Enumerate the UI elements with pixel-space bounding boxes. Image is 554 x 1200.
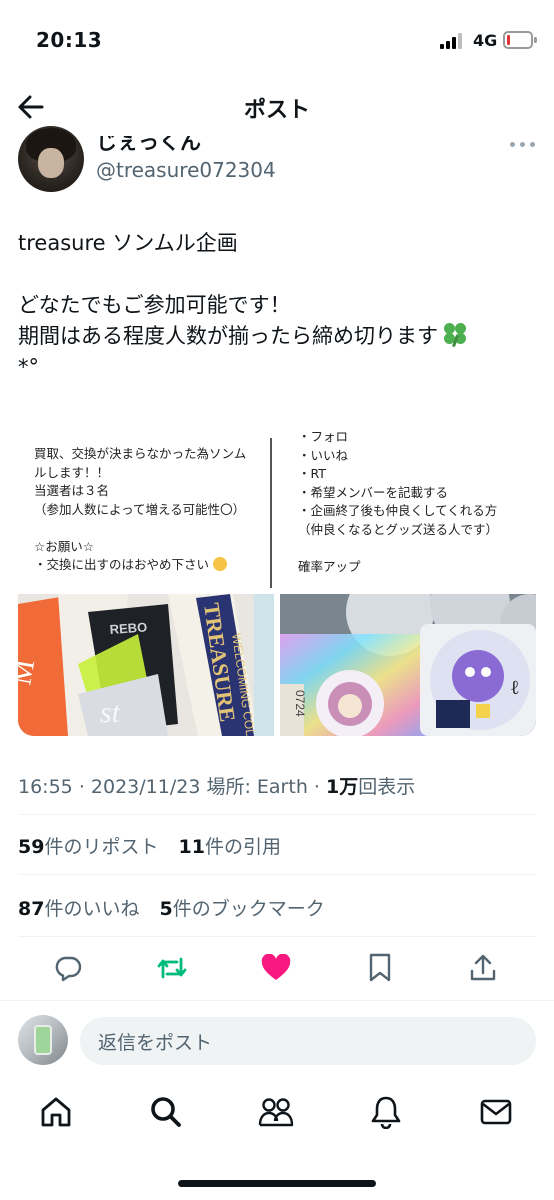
author-display-name: じぇっくん xyxy=(96,136,201,154)
tab-home[interactable] xyxy=(36,1092,76,1132)
view-count-label[interactable]: 回表示 xyxy=(358,776,415,798)
quotes-stat[interactable]: 11件の引用 xyxy=(179,836,281,858)
share-button[interactable] xyxy=(463,946,503,990)
media-line: ☆お願い☆ xyxy=(34,538,94,554)
media-text-left: 買取、交換が決まらなかった為ソンム ルします！！ 当選者は３名 （参加人数によっ… xyxy=(34,445,246,575)
signal-strength-icon xyxy=(440,33,466,49)
tab-notifications[interactable] xyxy=(366,1092,406,1132)
card-brand-text: REBO xyxy=(109,619,148,637)
media-line: ルします！！ xyxy=(34,464,110,480)
likes-stat[interactable]: 87件のいいね xyxy=(18,898,139,920)
divider xyxy=(18,814,536,815)
divider xyxy=(18,936,536,937)
post-location: 場所: Earth xyxy=(206,776,308,798)
badge-sticker-text: ℓ xyxy=(510,677,520,699)
post-meta: 16:55 · 2023/11/23 場所: Earth · 1万回表示 xyxy=(18,776,416,798)
messages-icon xyxy=(480,1099,512,1125)
page-title: ポスト xyxy=(243,98,310,123)
media-text-right: ・フォロ ・いいね ・RT ・希望メンバーを記載する ・企画終了後も仲良くしてく… xyxy=(298,430,499,576)
reposts-label: 件のリポスト xyxy=(44,836,159,858)
post-date: 2023/11/23 xyxy=(90,776,201,798)
reply-button[interactable] xyxy=(48,946,88,990)
home-indicator[interactable] xyxy=(178,1180,376,1187)
post-line: 期間はある程度人数が揃ったら締め切ります xyxy=(18,324,438,348)
post-text: treasure ソンムル企画 どなたでもご参加可能です！ 期間はある程度人数が… xyxy=(18,228,538,383)
heart-icon xyxy=(261,954,291,980)
bookmark-icon xyxy=(369,953,391,982)
author-name-container[interactable]: じぇっくん xyxy=(96,136,416,156)
search-icon xyxy=(151,1097,181,1127)
home-icon xyxy=(41,1097,71,1127)
post-line-with-emoji: 期間はある程度人数が揃ったら締め切ります xyxy=(18,321,538,352)
cards-photo-illustration: M REBO TREASURE WELCOMING COL st xyxy=(18,594,274,736)
status-time: 20:13 xyxy=(36,28,103,52)
post-line: どなたでもご参加可能です！ xyxy=(18,293,291,317)
current-user-avatar[interactable] xyxy=(18,1015,68,1065)
media-line: ・希望メンバーを記載する xyxy=(298,484,449,500)
tab-communities[interactable] xyxy=(256,1092,296,1132)
badges-photo-illustration: 0724 ℓ xyxy=(280,594,536,736)
more-options-button[interactable] xyxy=(510,140,538,150)
bookmarks-label: 件のブックマーク xyxy=(172,898,325,920)
emoji-icon xyxy=(213,557,227,571)
bookmarks-count: 5 xyxy=(159,898,173,920)
divider xyxy=(18,874,536,875)
battery-icon xyxy=(503,31,537,49)
media-line: 当選者は３名 xyxy=(34,483,110,498)
post-media[interactable]: 買取、交換が決まらなかった為ソンム ルします！！ 当選者は３名 （参加人数によっ… xyxy=(18,430,536,736)
reply-bar: 返信をポスト xyxy=(0,1000,554,1080)
reposts-count: 59 xyxy=(18,836,45,858)
quotes-count: 11 xyxy=(178,836,205,858)
svg-text:st: st xyxy=(100,696,121,729)
media-line: 買取、交換が決まらなかった為ソンム xyxy=(34,446,247,461)
reply-input[interactable]: 返信をポスト xyxy=(80,1017,536,1065)
media-line: ・フォロ xyxy=(298,430,349,444)
tab-search[interactable] xyxy=(146,1092,186,1132)
quotes-label: 件の引用 xyxy=(204,836,281,858)
communities-icon xyxy=(258,1098,294,1127)
tab-messages[interactable] xyxy=(476,1092,516,1132)
reply-icon xyxy=(55,956,82,982)
bookmarks-stat[interactable]: 5件のブックマーク xyxy=(160,898,325,920)
reply-placeholder: 返信をポスト xyxy=(98,1031,213,1054)
media-divider xyxy=(270,438,272,588)
media-line-with-emoji: ・交換に出すのはおやめ下さい xyxy=(34,556,246,575)
post-actions xyxy=(0,946,554,990)
media-photo-cards[interactable]: M REBO TREASURE WELCOMING COL st xyxy=(18,594,274,736)
badge-code-text: 0724 xyxy=(293,690,307,717)
four-leaf-clover-icon xyxy=(442,321,468,348)
likes-label: 件のいいね xyxy=(44,898,140,920)
media-line: 確率アップ xyxy=(298,558,361,574)
media-line: ・RT xyxy=(298,466,326,481)
battery-level xyxy=(507,35,510,45)
post-time: 16:55 xyxy=(18,776,73,798)
media-line: （仲良くなるとグッズ送る人です） xyxy=(298,521,499,537)
stats-row-likes: 87件のいいね 5件のブックマーク xyxy=(18,894,325,921)
media-text-image[interactable]: 買取、交換が決まらなかった為ソンム ルします！！ 当選者は３名 （参加人数によっ… xyxy=(18,430,536,588)
network-type: 4G xyxy=(473,31,498,50)
reposts-stat[interactable]: 59件のリポスト xyxy=(18,836,158,858)
share-icon xyxy=(470,954,496,981)
media-line: ・企画終了後も仲良くしてくれる方 xyxy=(298,503,498,518)
repost-button[interactable] xyxy=(152,946,192,990)
bookmark-button[interactable] xyxy=(360,946,400,990)
repost-icon xyxy=(157,957,187,979)
like-button[interactable] xyxy=(256,946,296,990)
media-line: ・いいね xyxy=(298,447,349,463)
likes-count: 87 xyxy=(18,898,45,920)
author-avatar[interactable] xyxy=(18,126,84,192)
view-count: 1万 xyxy=(326,776,359,798)
top-header: ポスト xyxy=(0,80,554,134)
media-photo-badges[interactable]: 0724 ℓ xyxy=(280,594,536,736)
media-line: ・交換に出すのはおやめ下さい xyxy=(34,557,210,572)
stats-row-reposts: 59件のリポスト 11件の引用 xyxy=(18,832,281,859)
bottom-tab-bar xyxy=(0,1082,554,1146)
notifications-icon xyxy=(371,1096,401,1129)
post-line: treasure ソンムル企画 xyxy=(18,231,238,255)
status-bar: 20:13 4G xyxy=(0,0,554,80)
media-line: （参加人数によって増える可能性〇） xyxy=(34,501,246,517)
author-handle[interactable]: @treasure072304 xyxy=(96,158,276,182)
post-line: *° xyxy=(18,355,39,379)
